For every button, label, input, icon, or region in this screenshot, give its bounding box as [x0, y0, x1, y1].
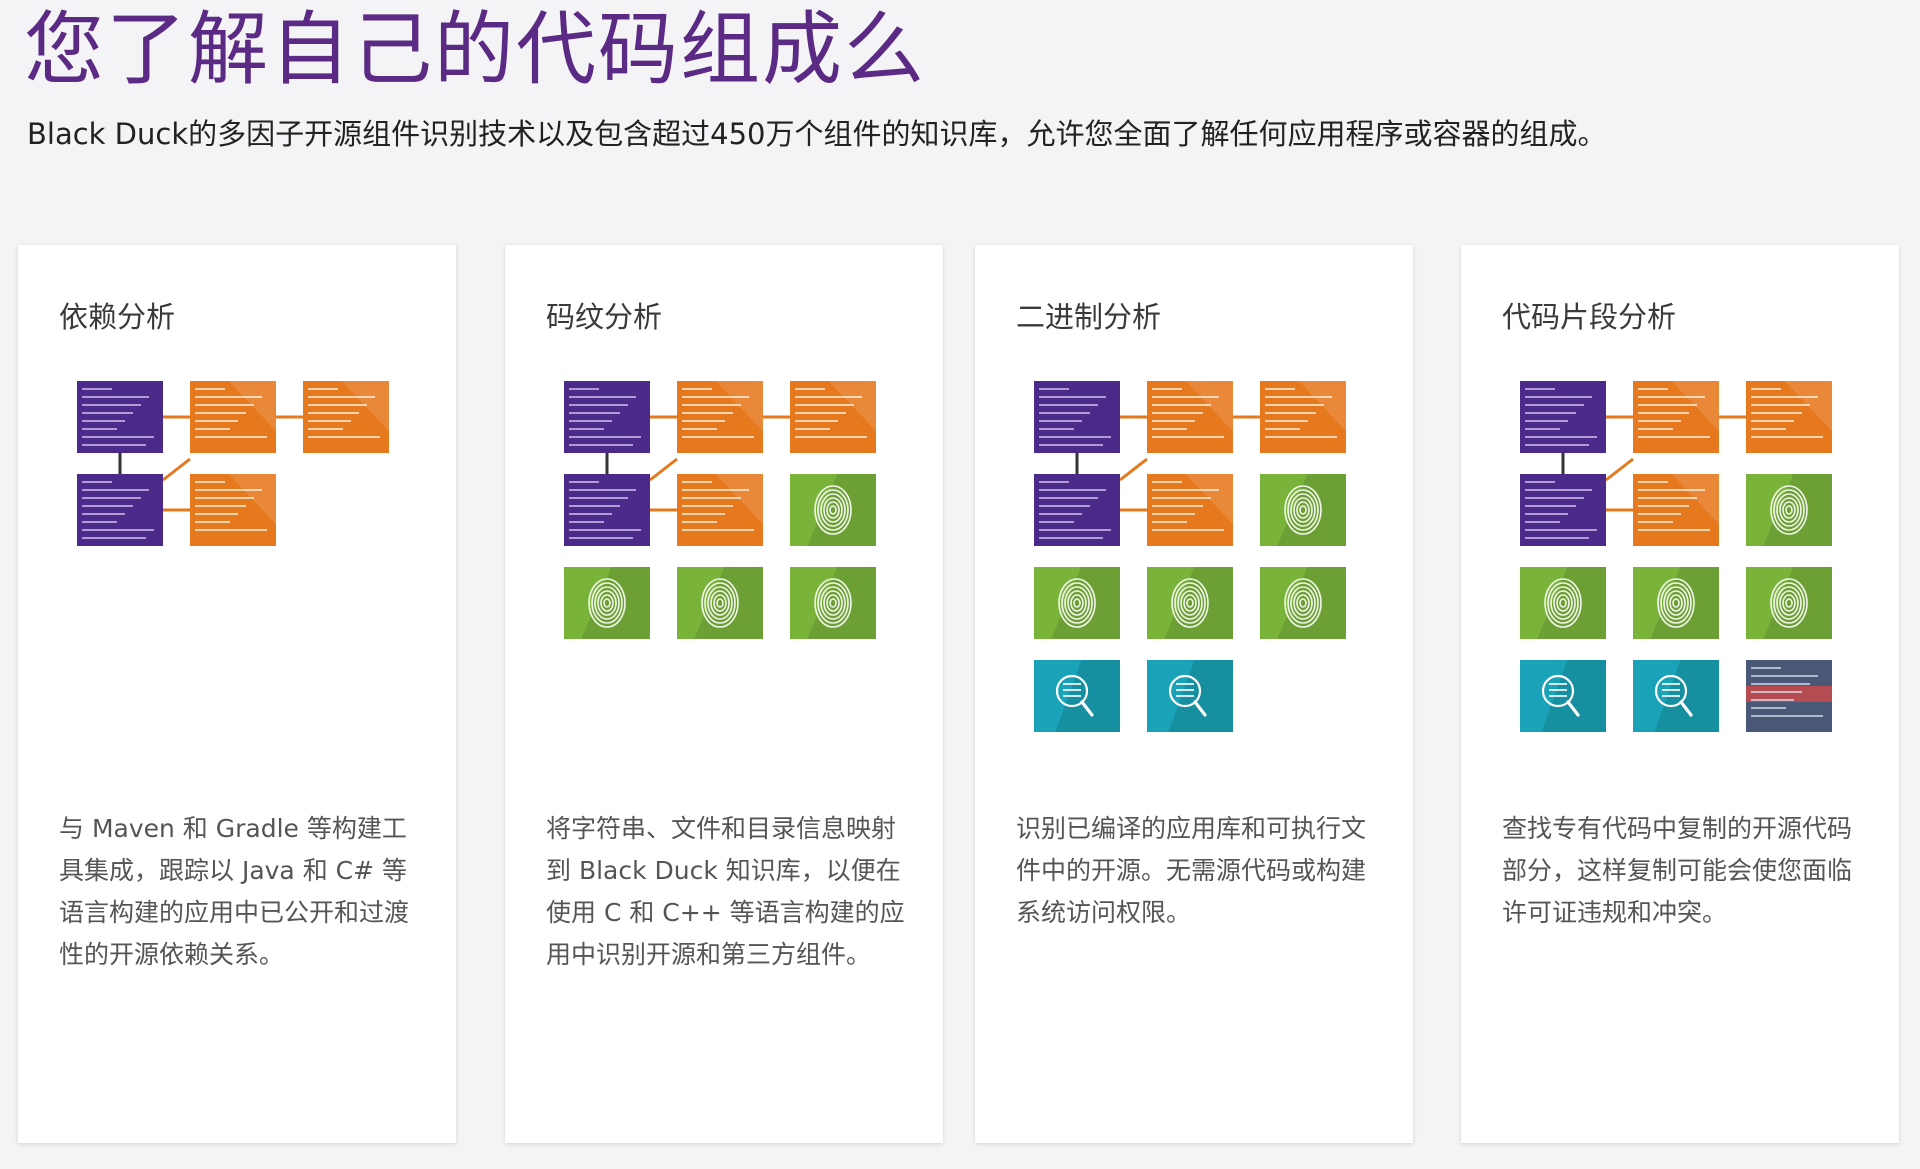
orange-xml-tile	[790, 381, 876, 453]
green-fingerprint-tile	[677, 567, 763, 639]
teal-binary-tile	[1520, 660, 1606, 732]
card-dependency-analysis: 依赖分析 与 Maven 和 Gradle 等构建工具集成，跟踪以 Java 和…	[18, 245, 456, 1143]
purple-code-tile	[77, 381, 163, 453]
green-fingerprint-tile	[1147, 567, 1233, 639]
green-fingerprint-tile	[1746, 567, 1832, 639]
card-title: 码纹分析	[546, 300, 663, 334]
green-fingerprint-tile	[790, 567, 876, 639]
green-fingerprint-tile	[1034, 567, 1120, 639]
card-description: 识别已编译的应用库和可执行文件中的开源。无需源代码或构建系统访问权限。	[1016, 814, 1367, 927]
orange-xml-tile	[677, 474, 763, 546]
green-fingerprint-tile	[564, 567, 650, 639]
orange-xml-tile	[1633, 474, 1719, 546]
purple-code-tile	[1034, 381, 1120, 453]
card-description: 查找专有代码中复制的开源代码部分，这样复制可能会使您面临许可证违规和冲突。	[1502, 814, 1853, 927]
orange-xml-tile	[1633, 381, 1719, 453]
purple-code-tile	[1520, 474, 1606, 546]
fingerprint-analysis-diagram	[564, 381, 876, 639]
card-snippet-analysis: 代码片段分析 查找专有代码中复制的开源代码部分，这样复制可能会使您面临许可证违规…	[1461, 245, 1899, 1143]
green-fingerprint-tile	[1633, 567, 1719, 639]
green-fingerprint-tile	[1520, 567, 1606, 639]
green-fingerprint-tile	[1260, 474, 1346, 546]
page-title: 您了解自己的代码组成么	[24, 3, 926, 96]
card-title: 代码片段分析	[1502, 300, 1677, 334]
connector-line	[1605, 457, 1634, 482]
teal-binary-tile	[1147, 660, 1233, 732]
orange-xml-tile	[1147, 474, 1233, 546]
slate-snippet-tile	[1746, 660, 1832, 732]
teal-binary-tile	[1034, 660, 1120, 732]
card-description: 将字符串、文件和目录信息映射到 Black Duck 知识库，以便在使用 C 和…	[546, 814, 905, 969]
purple-code-tile	[564, 381, 650, 453]
binary-analysis-diagram	[1034, 381, 1346, 732]
green-fingerprint-tile	[790, 474, 876, 546]
orange-xml-tile	[677, 381, 763, 453]
purple-code-tile	[564, 474, 650, 546]
dependency-analysis-diagram	[77, 381, 389, 546]
teal-binary-tile	[1633, 660, 1719, 732]
connector-line	[1119, 457, 1148, 482]
orange-xml-tile	[1147, 381, 1233, 453]
card-description: 与 Maven 和 Gradle 等构建工具集成，跟踪以 Java 和 C# 等…	[59, 814, 410, 969]
orange-xml-tile	[1746, 381, 1832, 453]
card-fingerprint-analysis: 码纹分析 将字符串、文件和目录信息映射到 Black Duck 知识库，以便在使…	[505, 245, 943, 1143]
connector-line	[162, 457, 191, 482]
card-title: 依赖分析	[59, 300, 176, 334]
green-fingerprint-tile	[1260, 567, 1346, 639]
connector-line	[649, 457, 678, 482]
orange-xml-tile	[1260, 381, 1346, 453]
purple-code-tile	[1520, 381, 1606, 453]
orange-xml-tile	[190, 381, 276, 453]
card-title: 二进制分析	[1016, 300, 1162, 334]
purple-code-tile	[1034, 474, 1120, 546]
orange-xml-tile	[190, 474, 276, 546]
orange-xml-tile	[303, 381, 389, 453]
green-fingerprint-tile	[1746, 474, 1832, 546]
snippet-analysis-diagram	[1520, 381, 1832, 732]
purple-code-tile	[77, 474, 163, 546]
card-binary-analysis: 二进制分析 识别已编译的应用库和可执行文件中的开源。无需源代码或构建系统访问权限…	[975, 245, 1413, 1143]
page-subtitle: Black Duck的多因子开源组件识别技术以及包含超过450万个组件的知识库，…	[27, 117, 1607, 151]
